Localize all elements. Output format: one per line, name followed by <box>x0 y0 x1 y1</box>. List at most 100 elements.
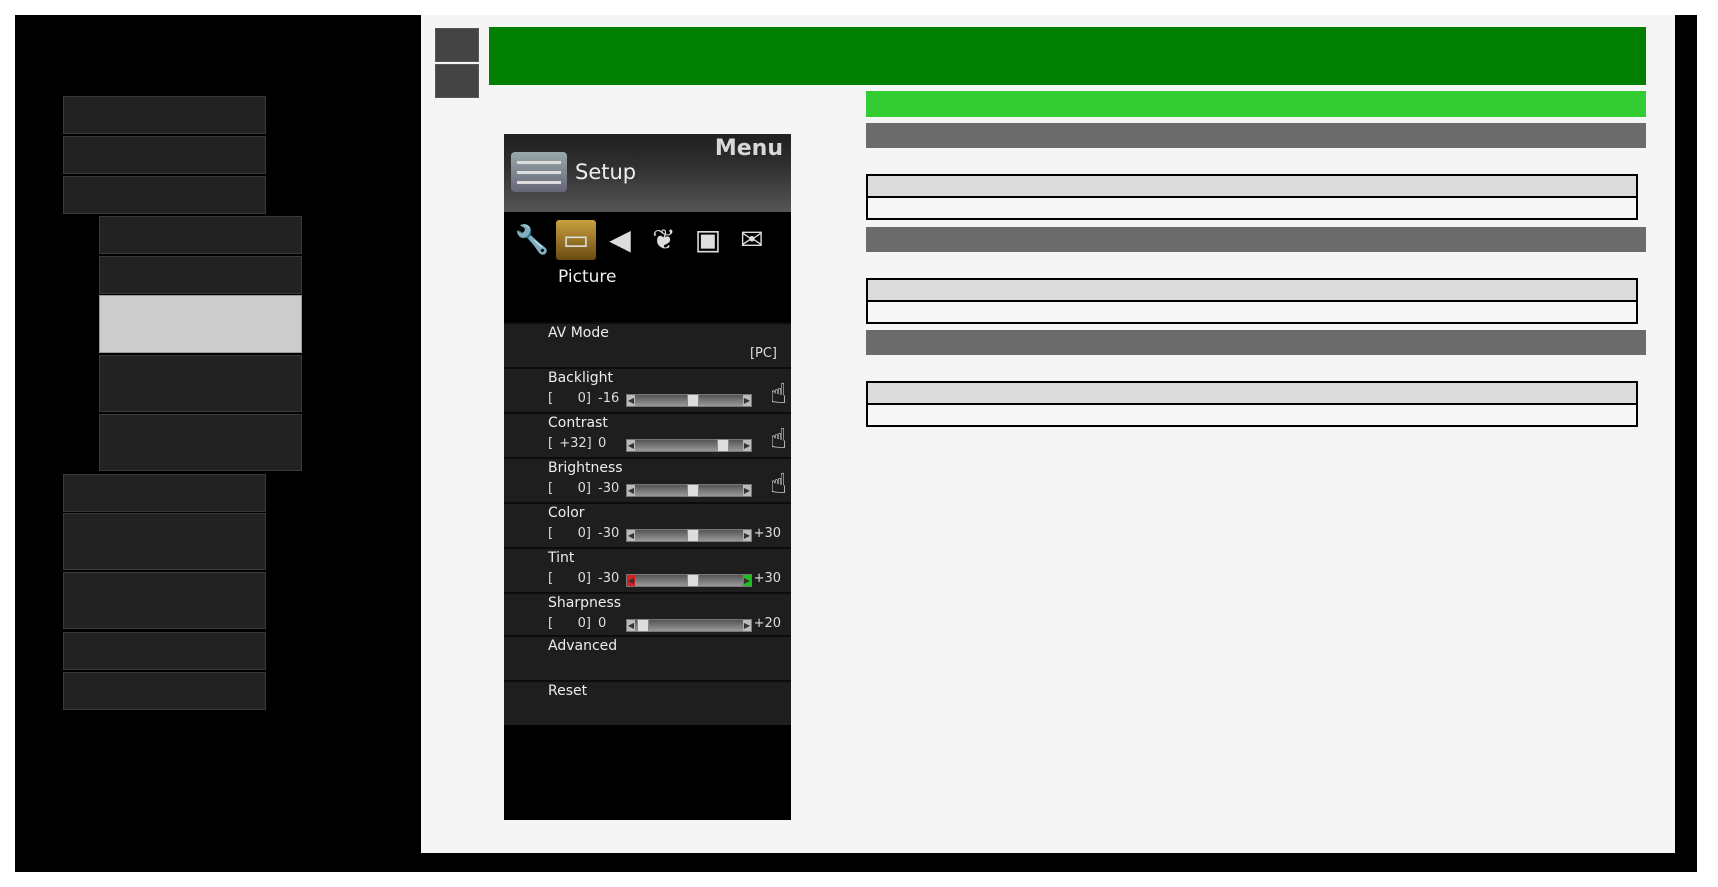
tv-row-label: Advanced <box>548 638 618 654</box>
nav-subitem-4[interactable] <box>99 355 302 412</box>
leaf-icon[interactable]: ❦ <box>644 220 684 260</box>
slider-left-arrow-icon: ◀ <box>627 395 635 406</box>
speaker-icon[interactable]: ◀ <box>600 220 640 260</box>
slider-knob[interactable] <box>687 484 699 497</box>
page-title-bar <box>489 27 1646 85</box>
tv-row-backlight[interactable]: Backlight[ 0] -16 ◀ ▶ ☝ <box>504 367 791 412</box>
tv-row-brightness[interactable]: Brightness[ 0] -30 ◀ ▶ ☝ <box>504 457 791 502</box>
slider-track[interactable]: ◀ ▶ <box>626 529 752 542</box>
picture-icon[interactable]: ▭ <box>556 220 596 260</box>
tv-row-value: [ +32] <box>548 436 592 451</box>
nav-item-7[interactable] <box>63 632 266 670</box>
table-row <box>868 302 1636 322</box>
table-row <box>868 198 1636 218</box>
tv-row-value: [ 0] <box>548 391 591 406</box>
slider-left-arrow-icon: ◀ <box>627 485 635 496</box>
tv-row-label: Tint <box>548 550 575 566</box>
tv-row-label: Reset <box>548 683 588 699</box>
slider-min-label: 0 <box>598 436 607 451</box>
tv-row-label: AV Mode <box>548 325 609 341</box>
tv-row-label: Sharpness <box>548 595 622 611</box>
table-3 <box>866 381 1638 427</box>
subsection-bar-1 <box>866 123 1646 148</box>
tv-row-contrast[interactable]: Contrast[ +32] 0 ◀ ▶ ☝ <box>504 412 791 457</box>
table-header-row <box>868 383 1636 405</box>
slider-right-arrow-icon: ▶ <box>743 575 751 586</box>
nav-subitem-1[interactable] <box>99 216 302 254</box>
pointer-hand-icon: ☝ <box>769 377 787 410</box>
tv-row-value: [ 0] <box>548 481 591 496</box>
tv-row-value: [ 0] <box>548 616 591 631</box>
slider-left-arrow-icon: ◀ <box>627 530 635 541</box>
tv-row-label: Contrast <box>548 415 608 431</box>
nav-up-icon[interactable] <box>435 28 479 62</box>
slider-track[interactable]: ◀ ▶ <box>626 439 752 452</box>
slider-track[interactable]: ◀ ▶ <box>626 394 752 407</box>
slider-max-label: +30 <box>753 526 781 541</box>
subsection-bar-3 <box>866 330 1646 355</box>
setup-sliders-icon <box>511 152 567 192</box>
nav-subitem-2[interactable] <box>99 256 302 294</box>
tv-row-value: [ 0] <box>548 571 591 586</box>
slider-min-label: -30 <box>598 526 620 541</box>
slider-max-label: +30 <box>753 571 781 586</box>
nav-item-6[interactable] <box>63 572 266 629</box>
slider-knob[interactable] <box>717 439 729 452</box>
slider-left-arrow-icon: ◀ <box>627 575 635 586</box>
tv-row-color[interactable]: Color[ 0] -30 ◀ ▶ +30 <box>504 502 791 547</box>
slider-track[interactable]: ◀ ▶ <box>626 619 752 632</box>
slider-left-arrow-icon: ◀ <box>627 440 635 451</box>
slider-right-arrow-icon: ▶ <box>743 395 751 406</box>
table-2 <box>866 278 1638 324</box>
slider-right-arrow-icon: ▶ <box>743 440 751 451</box>
tv-menu-header: Menu Setup <box>504 134 791 212</box>
slider-right-arrow-icon: ▶ <box>743 620 751 631</box>
tv-row-advanced[interactable]: Advanced <box>504 635 791 680</box>
slider-track[interactable]: ◀ ▶ <box>626 484 752 497</box>
section-header-bar <box>866 91 1646 117</box>
toolbox-icon[interactable]: ▣ <box>688 220 728 260</box>
bottom-bar <box>421 855 1675 872</box>
tv-row-value: [ 0] <box>548 526 591 541</box>
slider-knob[interactable] <box>637 619 649 632</box>
tv-menu-title: Menu <box>714 136 783 161</box>
slider-left-arrow-icon: ◀ <box>627 620 635 631</box>
tv-row-label: Backlight <box>548 370 614 386</box>
pointer-hand-icon: ☝ <box>769 422 787 455</box>
nav-item-3[interactable] <box>63 176 266 214</box>
nav-item-2[interactable] <box>63 136 266 174</box>
slider-min-label: -30 <box>598 481 620 496</box>
slider-knob[interactable] <box>687 394 699 407</box>
tv-menu-screenshot: Menu Setup 🔧 ▭ ◀ ❦ ▣ ✉ Picture AV Mode [PC] B… <box>504 134 791 820</box>
tv-row-label: Color <box>548 505 585 521</box>
nav-item-8[interactable] <box>63 672 266 710</box>
slider-max-label: +20 <box>753 616 781 631</box>
mail-icon[interactable]: ✉ <box>732 220 772 260</box>
tv-row-reset[interactable]: Reset <box>504 680 791 725</box>
slider-track[interactable]: ◀ ▶ <box>626 574 752 587</box>
slider-knob[interactable] <box>687 529 699 542</box>
slider-right-arrow-icon: ▶ <box>743 530 751 541</box>
nav-item-1[interactable] <box>63 96 266 134</box>
tv-row-value: [PC] <box>749 346 777 361</box>
tv-row-av-mode[interactable]: AV Mode [PC] <box>504 322 791 367</box>
nav-subitem-selected[interactable] <box>99 295 302 353</box>
tv-setup-label: Setup <box>575 160 637 184</box>
slider-min-label: -30 <box>598 571 620 586</box>
pointer-hand-icon: ☝ <box>769 467 787 500</box>
nav-down-icon[interactable] <box>435 64 479 98</box>
slider-right-arrow-icon: ▶ <box>743 485 751 496</box>
nav-item-4[interactable] <box>63 474 266 512</box>
table-header-row <box>868 280 1636 302</box>
nav-subitem-5[interactable] <box>99 414 302 471</box>
table-row <box>868 405 1636 425</box>
table-header-row <box>868 176 1636 198</box>
tv-row-sharpness[interactable]: Sharpness[ 0] 0 ◀ ▶ +20 <box>504 592 791 637</box>
tv-row-label: Brightness <box>548 460 623 476</box>
tv-row-tint[interactable]: Tint[ 0] -30 ◀ ▶ +30 <box>504 547 791 592</box>
table-1 <box>866 174 1638 220</box>
nav-item-5[interactable] <box>63 513 266 570</box>
slider-min-label: 0 <box>598 616 607 631</box>
wrench-icon[interactable]: 🔧 <box>512 220 552 260</box>
slider-knob[interactable] <box>687 574 699 587</box>
